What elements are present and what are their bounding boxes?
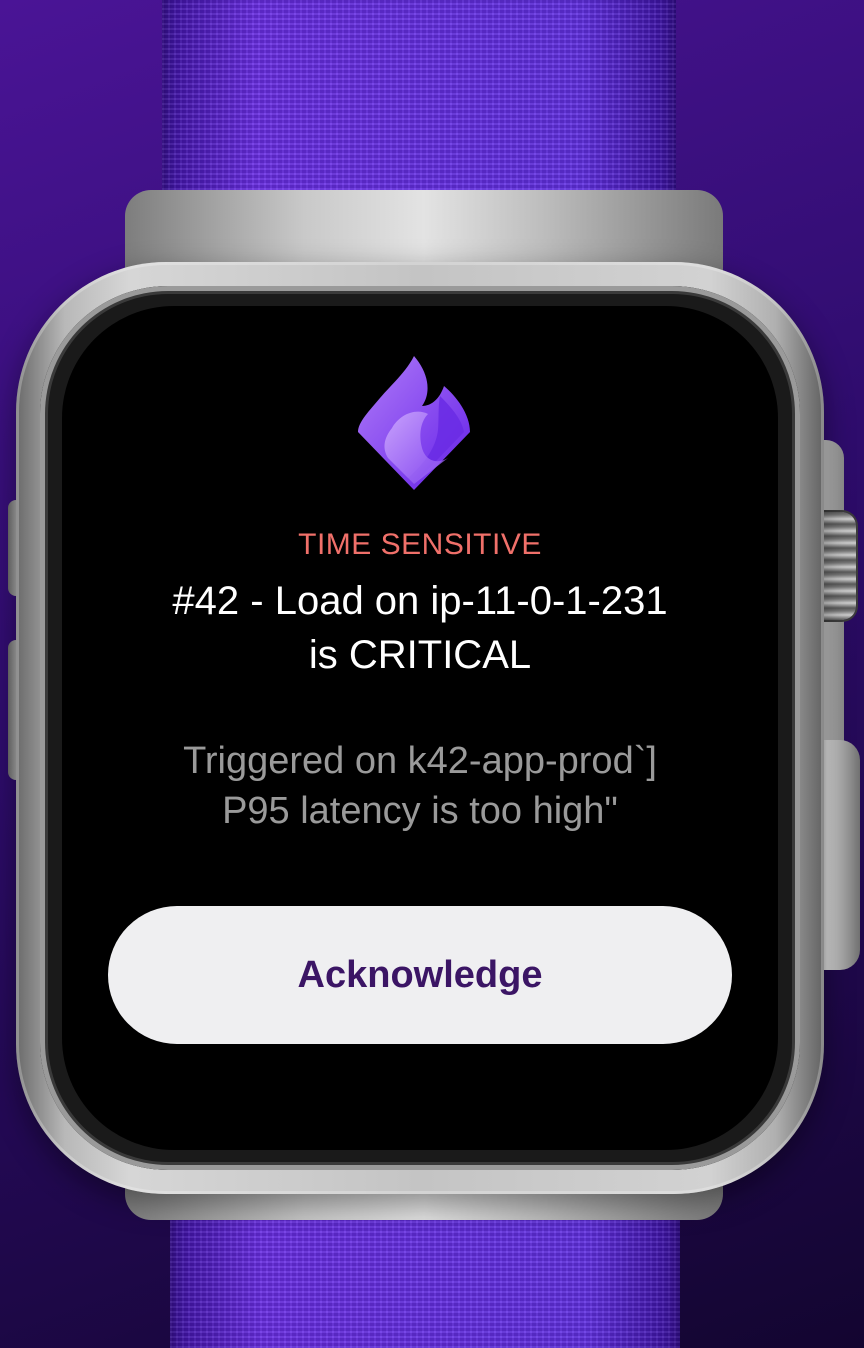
time-sensitive-badge: TIME SENSITIVE xyxy=(298,528,542,561)
body-line-2: P95 latency is too high" xyxy=(222,790,618,832)
notification-title: #42 - Load on ip-11-0-1-231 is CRITICAL xyxy=(102,574,738,682)
body-line-1: Triggered on k42-app-prod`] xyxy=(183,740,657,782)
flame-icon xyxy=(352,352,484,496)
notification-body: Triggered on k42-app-prod`] P95 latency … xyxy=(102,736,738,836)
title-line-1: #42 - Load on ip-11-0-1-231 xyxy=(172,579,668,623)
acknowledge-button[interactable]: Acknowledge xyxy=(108,906,732,1044)
title-line-2: is CRITICAL xyxy=(308,633,532,677)
watch-screen: TIME SENSITIVE #42 - Load on ip-11-0-1-2… xyxy=(62,306,778,1150)
